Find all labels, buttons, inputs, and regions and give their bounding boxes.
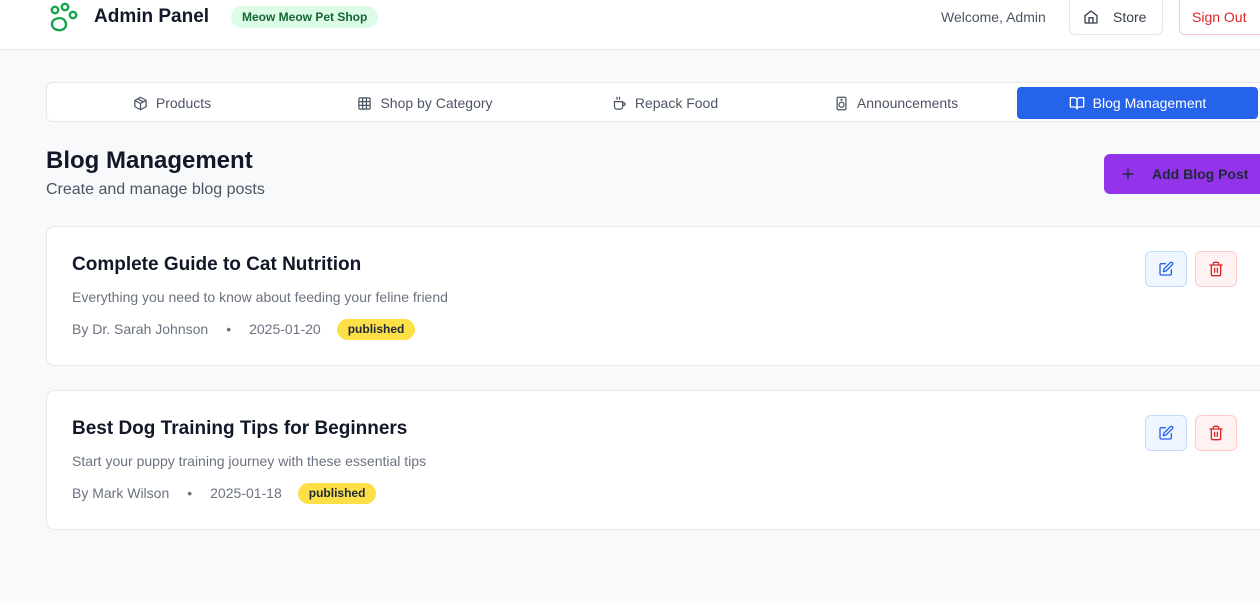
cup-icon <box>613 96 626 110</box>
post-title: Best Dog Training Tips for Beginners <box>72 418 408 439</box>
speaker-icon <box>836 96 847 110</box>
post-date: 2025-01-20 <box>249 321 321 337</box>
app-title: Admin Panel <box>94 6 210 27</box>
status-badge: published <box>297 482 377 504</box>
edit-post-button[interactable] <box>1145 251 1187 287</box>
package-icon <box>134 96 147 110</box>
home-icon <box>1084 10 1098 24</box>
paw-logo-icon <box>50 2 78 32</box>
welcome-text: Welcome, Admin <box>941 9 1046 25</box>
blog-post-card: Complete Guide to Cat Nutrition Everythi… <box>46 226 1260 366</box>
tab-shop-by-category[interactable]: Shop by Category <box>297 87 553 119</box>
tab-shop-by-category-label: Shop by Category <box>380 95 493 111</box>
page-title: Blog Management <box>46 147 253 174</box>
edit-icon <box>1159 425 1174 440</box>
store-button[interactable]: Store <box>1069 0 1163 35</box>
add-blog-post-label: Add Blog Post <box>1152 166 1249 182</box>
book-open-icon <box>1069 97 1085 110</box>
trash-icon <box>1209 261 1223 277</box>
tab-repack-food-label: Repack Food <box>634 95 719 111</box>
top-header: Admin Panel Meow Meow Pet Shop Welcome, … <box>0 0 1260 50</box>
edit-post-button[interactable] <box>1145 415 1187 451</box>
post-author: By Mark Wilson <box>72 485 170 501</box>
tab-repack-food[interactable]: Repack Food <box>553 87 777 119</box>
tab-blog-management-label: Blog Management <box>1092 95 1207 111</box>
post-description: Everything you need to know about feedin… <box>72 289 448 305</box>
post-title: Complete Guide to Cat Nutrition <box>72 254 362 275</box>
delete-post-button[interactable] <box>1195 415 1237 451</box>
trash-icon <box>1209 425 1223 441</box>
store-label: Store <box>1113 9 1147 25</box>
separator-dot: • <box>226 321 232 337</box>
post-meta: By Dr. Sarah Johnson • 2025-01-20 publis… <box>72 318 416 340</box>
sign-out-button[interactable]: Sign Out <box>1179 0 1260 35</box>
admin-tabs: Products Shop by Category Repack Food An… <box>46 82 1260 122</box>
page-subtitle: Create and manage blog posts <box>46 181 265 198</box>
delete-post-button[interactable] <box>1195 251 1237 287</box>
blog-post-card: Best Dog Training Tips for Beginners Sta… <box>46 390 1260 530</box>
add-blog-post-button[interactable]: Add Blog Post <box>1104 154 1260 194</box>
status-badge: published <box>336 318 416 340</box>
grid-icon <box>358 96 372 110</box>
post-author: By Dr. Sarah Johnson <box>72 321 209 337</box>
separator-dot: • <box>187 485 193 501</box>
shop-name-badge: Meow Meow Pet Shop <box>231 6 379 28</box>
post-date: 2025-01-18 <box>210 485 282 501</box>
tab-blog-management[interactable]: Blog Management <box>1017 87 1258 119</box>
edit-icon <box>1159 261 1174 276</box>
plus-icon <box>1122 168 1134 180</box>
tab-announcements-label: Announcements <box>856 95 959 111</box>
tab-products-label: Products <box>155 95 212 111</box>
tab-products[interactable]: Products <box>47 87 297 119</box>
post-description: Start your puppy training journey with t… <box>72 453 427 469</box>
post-meta: By Mark Wilson • 2025-01-18 published <box>72 482 377 504</box>
tab-announcements[interactable]: Announcements <box>777 87 1015 119</box>
